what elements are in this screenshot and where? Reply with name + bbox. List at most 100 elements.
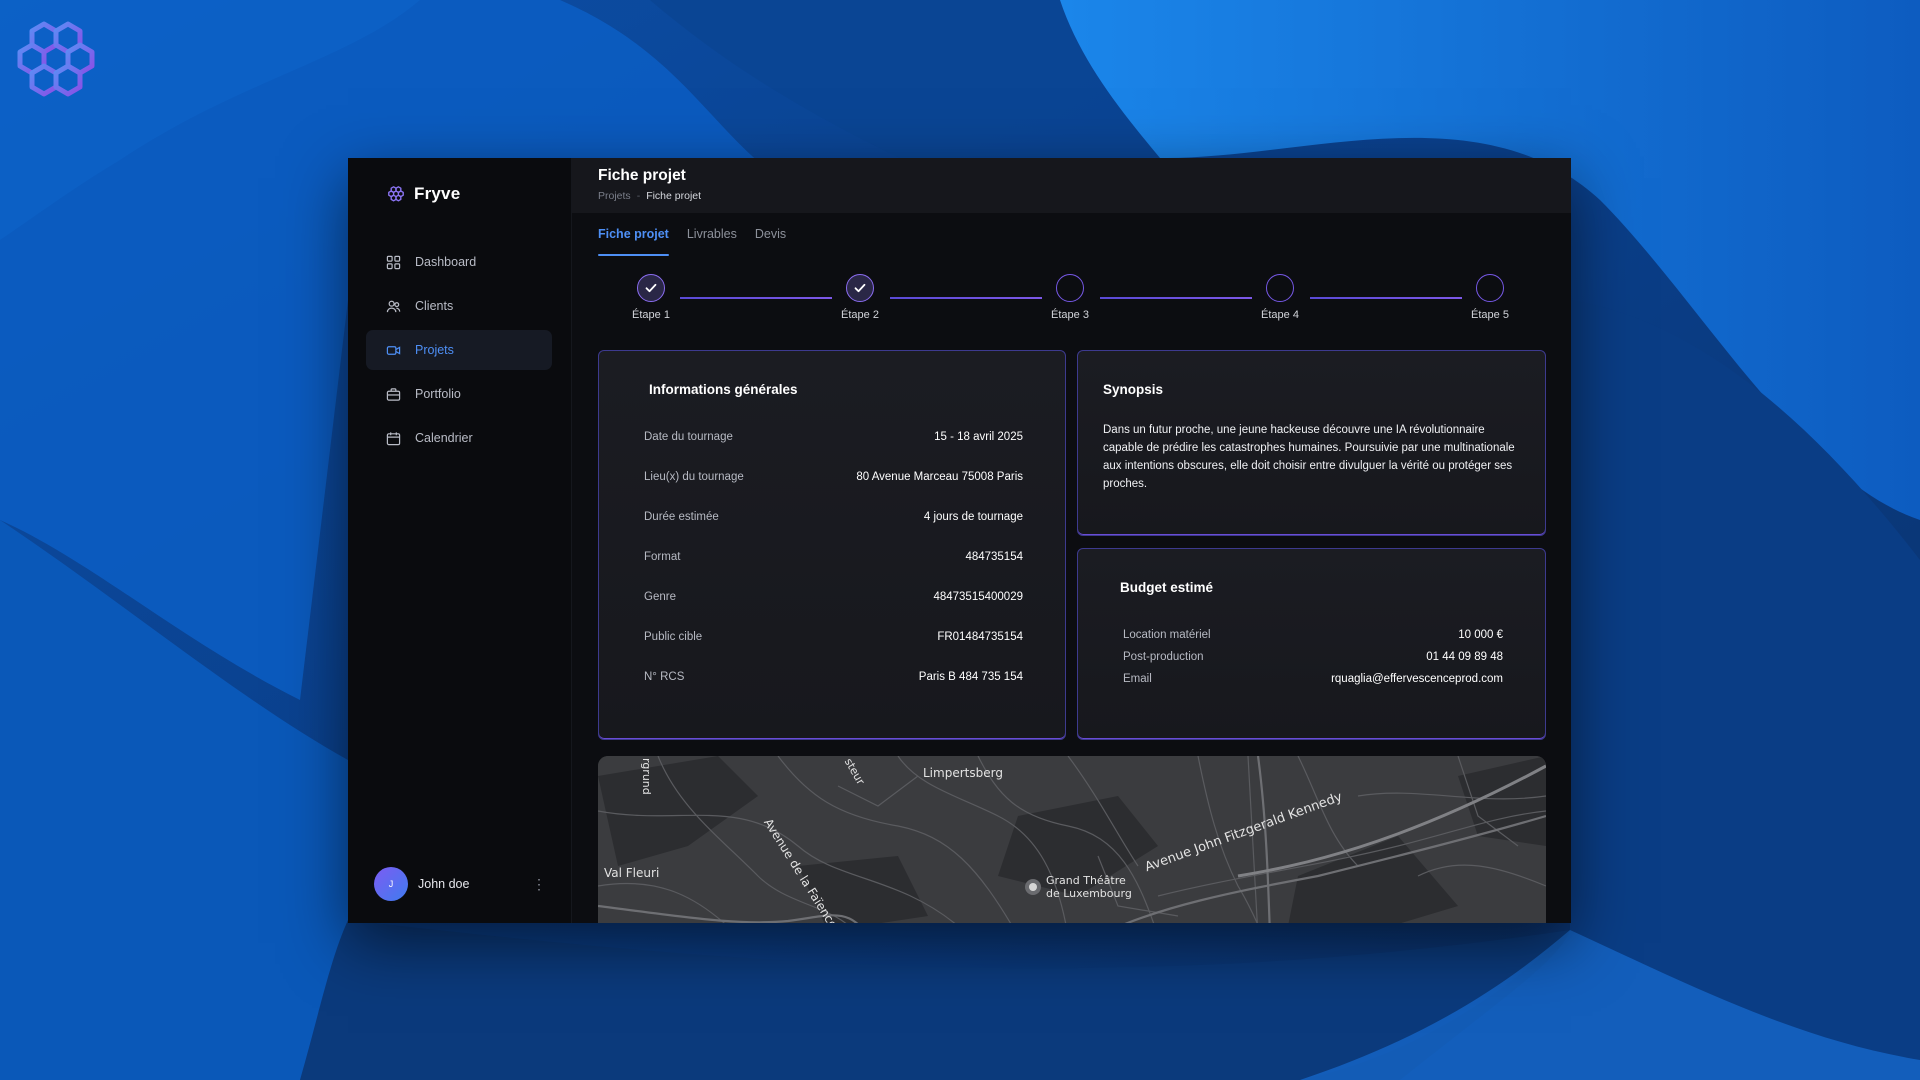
calendar-icon (386, 431, 401, 445)
users-icon (386, 300, 401, 312)
map-label-rgrund: rgrund (640, 758, 653, 795)
breadcrumb-separator: - (636, 190, 641, 202)
check-icon (645, 283, 657, 293)
budget-value: 10 000 € (1458, 629, 1503, 641)
step-label: Étape 1 (632, 309, 670, 321)
sidebar-item-dashboard[interactable]: Dashboard (366, 242, 552, 282)
breadcrumb-current: Fiche projet (646, 190, 702, 202)
sidebar-item-portfolio[interactable]: Portfolio (366, 374, 552, 414)
map-label-grand-theatre: Grand Théâtre (1046, 874, 1126, 887)
sidebar: Fryve Dashboard Clients Projets Portfoli… (348, 158, 572, 923)
page-header: Fiche projet Projets - Fiche projet (572, 158, 1571, 213)
info-label: Genre (644, 591, 676, 603)
fryve-hexagon-logo (17, 21, 95, 97)
info-row-format: Format 484735154 (644, 551, 1023, 563)
sidebar-item-label: Dashboard (415, 255, 477, 269)
info-value: 48473515400029 (933, 591, 1023, 603)
step-label: Étape 4 (1261, 309, 1299, 321)
fryve-logo-icon (388, 186, 404, 202)
briefcase-icon (386, 387, 401, 401)
breadcrumb-parent[interactable]: Projets (598, 190, 631, 202)
step-circle (637, 274, 665, 302)
tab-livrables[interactable]: Livrables (687, 227, 737, 256)
budget-row-post-production: Post-production 01 44 09 89 48 (1123, 651, 1503, 663)
map-label-limpertsberg: Limpertsberg (923, 766, 1003, 780)
synopsis-text: Dans un futur proche, une jeune hackeuse… (1103, 424, 1515, 490)
card-title: Synopsis (1103, 382, 1164, 397)
step-connector (1100, 297, 1252, 299)
info-value: Paris B 484 735 154 (918, 671, 1023, 683)
step-circle (1476, 274, 1504, 302)
sidebar-item-label: Clients (415, 299, 454, 313)
sidebar-item-clients[interactable]: Clients (366, 286, 552, 326)
video-icon (386, 345, 401, 355)
info-row-lieu: Lieu(x) du tournage 80 Avenue Marceau 75… (644, 471, 1023, 483)
budget-card: Budget estimé Location matériel 10 000 €… (1077, 548, 1546, 740)
map-label-grand-theatre-sub: de Luxembourg (1046, 887, 1132, 900)
info-value: 4 jours de tournage (923, 511, 1023, 523)
info-row-rcs: N° RCS Paris B 484 735 154 (644, 671, 1023, 683)
budget-row-email: Email rquaglia@effervescenceprod.com (1123, 673, 1503, 685)
map-label-val-fleuri: Val Fleuri (604, 866, 660, 880)
sidebar-item-label: Projets (415, 343, 454, 357)
info-value: FR01484735154 (937, 631, 1023, 643)
info-row-duree: Durée estimée 4 jours de tournage (644, 511, 1023, 523)
info-label: Durée estimée (644, 511, 719, 523)
info-row-genre: Genre 48473515400029 (644, 591, 1023, 603)
sidebar-item-calendrier[interactable]: Calendrier (366, 418, 552, 458)
step-label: Étape 5 (1471, 309, 1509, 321)
info-value: 15 - 18 avril 2025 (934, 431, 1023, 443)
step-label: Étape 3 (1051, 309, 1089, 321)
info-label: Public cible (644, 631, 703, 643)
step-5[interactable]: Étape 5 (1455, 274, 1525, 321)
tab-devis[interactable]: Devis (755, 227, 786, 256)
step-1[interactable]: Étape 1 (616, 274, 686, 321)
brand[interactable]: Fryve (386, 184, 460, 204)
step-2[interactable]: Étape 2 (825, 274, 895, 321)
budget-label: Post-production (1123, 651, 1204, 663)
step-circle (1056, 274, 1084, 302)
brand-name: Fryve (414, 184, 461, 203)
info-value: 484735154 (965, 551, 1023, 563)
avatar: J (374, 867, 408, 901)
step-connector (1310, 297, 1462, 299)
step-3[interactable]: Étape 3 (1035, 274, 1105, 321)
step-4[interactable]: Étape 4 (1245, 274, 1315, 321)
card-title: Budget estimé (1120, 580, 1214, 595)
info-value: 80 Avenue Marceau 75008 Paris (856, 471, 1023, 483)
sidebar-nav: Dashboard Clients Projets Portfolio Cale… (366, 242, 552, 462)
sidebar-item-label: Calendrier (415, 431, 473, 445)
info-row-date: Date du tournage 15 - 18 avril 2025 (644, 431, 1023, 443)
info-row-public: Public cible FR01484735154 (644, 631, 1023, 643)
user-name: John doe (418, 877, 470, 891)
tabs: Fiche projet Livrables Devis (598, 227, 786, 256)
tab-fiche-projet[interactable]: Fiche projet (598, 227, 669, 256)
step-circle (846, 274, 874, 302)
card-title: Informations générales (649, 382, 798, 397)
page-title: Fiche projet (598, 167, 686, 184)
location-map[interactable]: Limpertsberg Avenue de la Faïencerie Ave… (598, 756, 1546, 923)
general-info-card: Informations générales Date du tournage … (598, 350, 1066, 740)
app-window: Fryve Dashboard Clients Projets Portfoli… (348, 158, 1571, 923)
step-connector (890, 297, 1042, 299)
step-label: Étape 2 (841, 309, 879, 321)
info-label: Format (644, 551, 681, 563)
check-icon (854, 283, 866, 293)
step-connector (680, 297, 832, 299)
budget-value[interactable]: rquaglia@effervescenceprod.com (1331, 673, 1503, 685)
info-label: Date du tournage (644, 431, 733, 443)
budget-label: Email (1123, 673, 1152, 685)
step-circle (1266, 274, 1294, 302)
budget-row-location: Location matériel 10 000 € (1123, 629, 1503, 641)
breadcrumb: Projets - Fiche projet (598, 190, 1545, 202)
synopsis-card: Synopsis Dans un futur proche, une jeune… (1077, 350, 1546, 536)
budget-value: 01 44 09 89 48 (1426, 651, 1503, 663)
progress-stepper: Étape 1 Étape 2 Étape 3 Étape 4 Étape 5 (598, 274, 1548, 326)
sidebar-item-projets[interactable]: Projets (366, 330, 552, 370)
budget-label: Location matériel (1123, 629, 1211, 641)
info-label: N° RCS (644, 671, 685, 683)
user-profile[interactable]: J John doe ⋮ (374, 867, 550, 901)
main-content: Fiche projet Projets - Fiche projet Fich… (572, 158, 1571, 923)
user-menu-icon[interactable]: ⋮ (528, 877, 550, 891)
grid-icon (386, 255, 401, 269)
